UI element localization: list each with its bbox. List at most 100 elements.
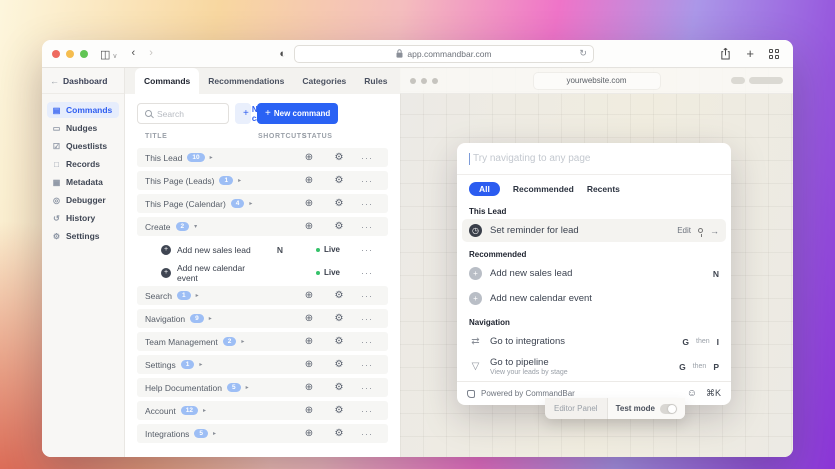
minimize-window-button[interactable]	[66, 49, 74, 58]
palette-tab-all[interactable]: All	[469, 182, 500, 196]
add-command-icon[interactable]: ⊕	[294, 382, 324, 393]
tab-categories[interactable]: Categories	[293, 68, 355, 94]
chevron-right-icon[interactable]: ▸	[199, 361, 202, 368]
more-menu-icon[interactable]: ···	[354, 199, 380, 209]
more-menu-icon[interactable]: ···	[354, 406, 380, 416]
category-row[interactable]: Navigation 9 ▸ ⊕ ⚙ ···	[137, 309, 388, 328]
zoom-window-button[interactable]	[80, 49, 88, 58]
category-row[interactable]: Search 1 ▸ ⊕ ⚙ ···	[137, 286, 388, 305]
more-menu-icon[interactable]: ···	[354, 222, 380, 232]
back-button[interactable]: ‹	[132, 48, 136, 59]
more-menu-icon[interactable]: ···	[354, 176, 380, 186]
add-command-icon[interactable]: ⊕	[294, 336, 324, 347]
search-input[interactable]: Search	[137, 103, 229, 124]
gear-icon[interactable]: ⚙	[324, 175, 354, 186]
sidebar-item-debugger[interactable]: ◎ Debugger	[47, 192, 119, 208]
close-window-button[interactable]	[52, 49, 60, 58]
gear-icon[interactable]: ⚙	[324, 290, 354, 301]
sidebar-back[interactable]: ← Dashboard	[42, 68, 124, 94]
palette-item[interactable]: + Add new calendar event	[462, 287, 726, 310]
chevron-right-icon[interactable]: ▸	[209, 315, 212, 322]
sidebar-item-commands[interactable]: ▤ Commands	[47, 102, 119, 118]
tab-overview-icon[interactable]	[769, 48, 779, 59]
palette-item[interactable]: ▽ Go to pipeline View your leads by stage G…	[462, 355, 726, 378]
category-row[interactable]: Create 2 ▾ ⊕ ⚙ ···	[137, 217, 388, 236]
tab-commands[interactable]: Commands	[135, 68, 200, 94]
category-row[interactable]: Account 12 ▸ ⊕ ⚙ ···	[137, 401, 388, 420]
gear-icon[interactable]: ⚙	[324, 336, 354, 347]
category-row[interactable]: Integrations 5 ▸ ⊕ ⚙ ···	[137, 424, 388, 443]
chevron-right-icon[interactable]: ▸	[246, 384, 249, 391]
sidebar-item-settings[interactable]: ⚙ Settings	[47, 228, 119, 244]
more-menu-icon[interactable]: ···	[354, 291, 380, 301]
privacy-shield-icon[interactable]: ◐	[279, 48, 286, 60]
more-menu-icon[interactable]: ···	[354, 268, 380, 278]
edit-link[interactable]: Edit	[677, 226, 691, 235]
palette-item[interactable]: ◷ Set reminder for lead Edit →	[462, 219, 726, 242]
chevron-down-icon[interactable]: ▾	[194, 223, 197, 230]
chevron-right-icon[interactable]: ▸	[203, 407, 206, 414]
gear-icon[interactable]: ⚙	[324, 198, 354, 209]
chevron-right-icon[interactable]: ▸	[213, 430, 216, 437]
chevron-right-icon[interactable]: ▸	[210, 154, 213, 161]
sidebar-item-history[interactable]: ↺ History	[47, 210, 119, 226]
add-command-icon[interactable]: ⊕	[294, 313, 324, 324]
gear-icon[interactable]: ⚙	[324, 359, 354, 370]
more-menu-icon[interactable]: ···	[354, 337, 380, 347]
pin-icon[interactable]	[698, 228, 703, 237]
add-command-icon[interactable]: ⊕	[294, 359, 324, 370]
test-mode-toggle[interactable]	[660, 403, 678, 414]
category-row[interactable]: Settings 1 ▸ ⊕ ⚙ ···	[137, 355, 388, 374]
add-command-icon[interactable]: ⊕	[294, 428, 324, 439]
palette-input[interactable]: Try navigating to any page	[457, 143, 731, 175]
gear-icon[interactable]: ⚙	[324, 313, 354, 324]
feedback-smiley-icon[interactable]: ☺	[687, 388, 697, 399]
gear-icon[interactable]: ⚙	[324, 221, 354, 232]
more-menu-icon[interactable]: ···	[354, 153, 380, 163]
gear-icon[interactable]: ⚙	[324, 382, 354, 393]
more-menu-icon[interactable]: ···	[354, 383, 380, 393]
command-row[interactable]: + Add new sales lead N Live ···	[137, 240, 388, 259]
command-row[interactable]: + Add new calendar event Live ···	[137, 263, 388, 283]
new-command-button[interactable]: + New command	[257, 103, 339, 124]
chevron-right-icon[interactable]: ▸	[241, 338, 244, 345]
gear-icon[interactable]: ⚙	[324, 405, 354, 416]
new-tab-button[interactable]: +	[746, 46, 754, 61]
share-icon[interactable]	[720, 47, 731, 60]
palette-tab-recommended[interactable]: Recommended	[513, 184, 574, 194]
gear-icon[interactable]: ⚙	[324, 428, 354, 439]
editor-panel-tab[interactable]: Editor Panel	[545, 398, 608, 419]
tab-recommendations[interactable]: Recommendations	[199, 68, 293, 94]
sidebar-item-nudges[interactable]: ▭ Nudges	[47, 120, 119, 136]
gear-icon[interactable]: ⚙	[324, 152, 354, 163]
more-menu-icon[interactable]: ···	[354, 429, 380, 439]
chevron-right-icon[interactable]: ▸	[196, 292, 199, 299]
sidebar-item-questlists[interactable]: ☑ Questlists	[47, 138, 119, 154]
tab-rules[interactable]: Rules	[355, 68, 396, 94]
more-menu-icon[interactable]: ···	[354, 360, 380, 370]
reload-icon[interactable]: ↻	[579, 48, 587, 59]
category-row[interactable]: This Page (Calendar) 4 ▸ ⊕ ⚙ ···	[137, 194, 388, 213]
add-command-icon[interactable]: ⊕	[294, 175, 324, 186]
add-command-icon[interactable]: ⊕	[294, 198, 324, 209]
palette-item[interactable]: ⇄ Go to integrations Gthen I	[462, 330, 726, 353]
address-bar[interactable]: app.commandbar.com ↻	[293, 44, 594, 63]
category-row[interactable]: This Page (Leads) 1 ▸ ⊕ ⚙ ···	[137, 171, 388, 190]
sidebar-item-metadata[interactable]: ▦ Metadata	[47, 174, 119, 190]
add-command-icon[interactable]: ⊕	[294, 290, 324, 301]
new-category-button[interactable]: + New category	[235, 103, 285, 124]
palette-tab-recents[interactable]: Recents	[587, 184, 620, 194]
category-row[interactable]: Help Documentation 5 ▸ ⊕ ⚙ ···	[137, 378, 388, 397]
category-row[interactable]: This Lead 10 ▸ ⊕ ⚙ ···	[137, 148, 388, 167]
chevron-right-icon[interactable]: ▸	[238, 177, 241, 184]
add-command-icon[interactable]: ⊕	[294, 405, 324, 416]
sidebar-item-records[interactable]: □ Records	[47, 156, 119, 172]
category-row[interactable]: Team Management 2 ▸ ⊕ ⚙ ···	[137, 332, 388, 351]
add-command-icon[interactable]: ⊕	[294, 221, 324, 232]
palette-item[interactable]: + Add new sales lead N	[462, 262, 726, 285]
traffic-lights[interactable]	[52, 49, 88, 58]
sidebar-toggle-button[interactable]: ◫ ∨	[100, 45, 118, 63]
chevron-right-icon[interactable]: ▸	[249, 200, 252, 207]
more-menu-icon[interactable]: ···	[354, 314, 380, 324]
more-menu-icon[interactable]: ···	[354, 245, 380, 255]
